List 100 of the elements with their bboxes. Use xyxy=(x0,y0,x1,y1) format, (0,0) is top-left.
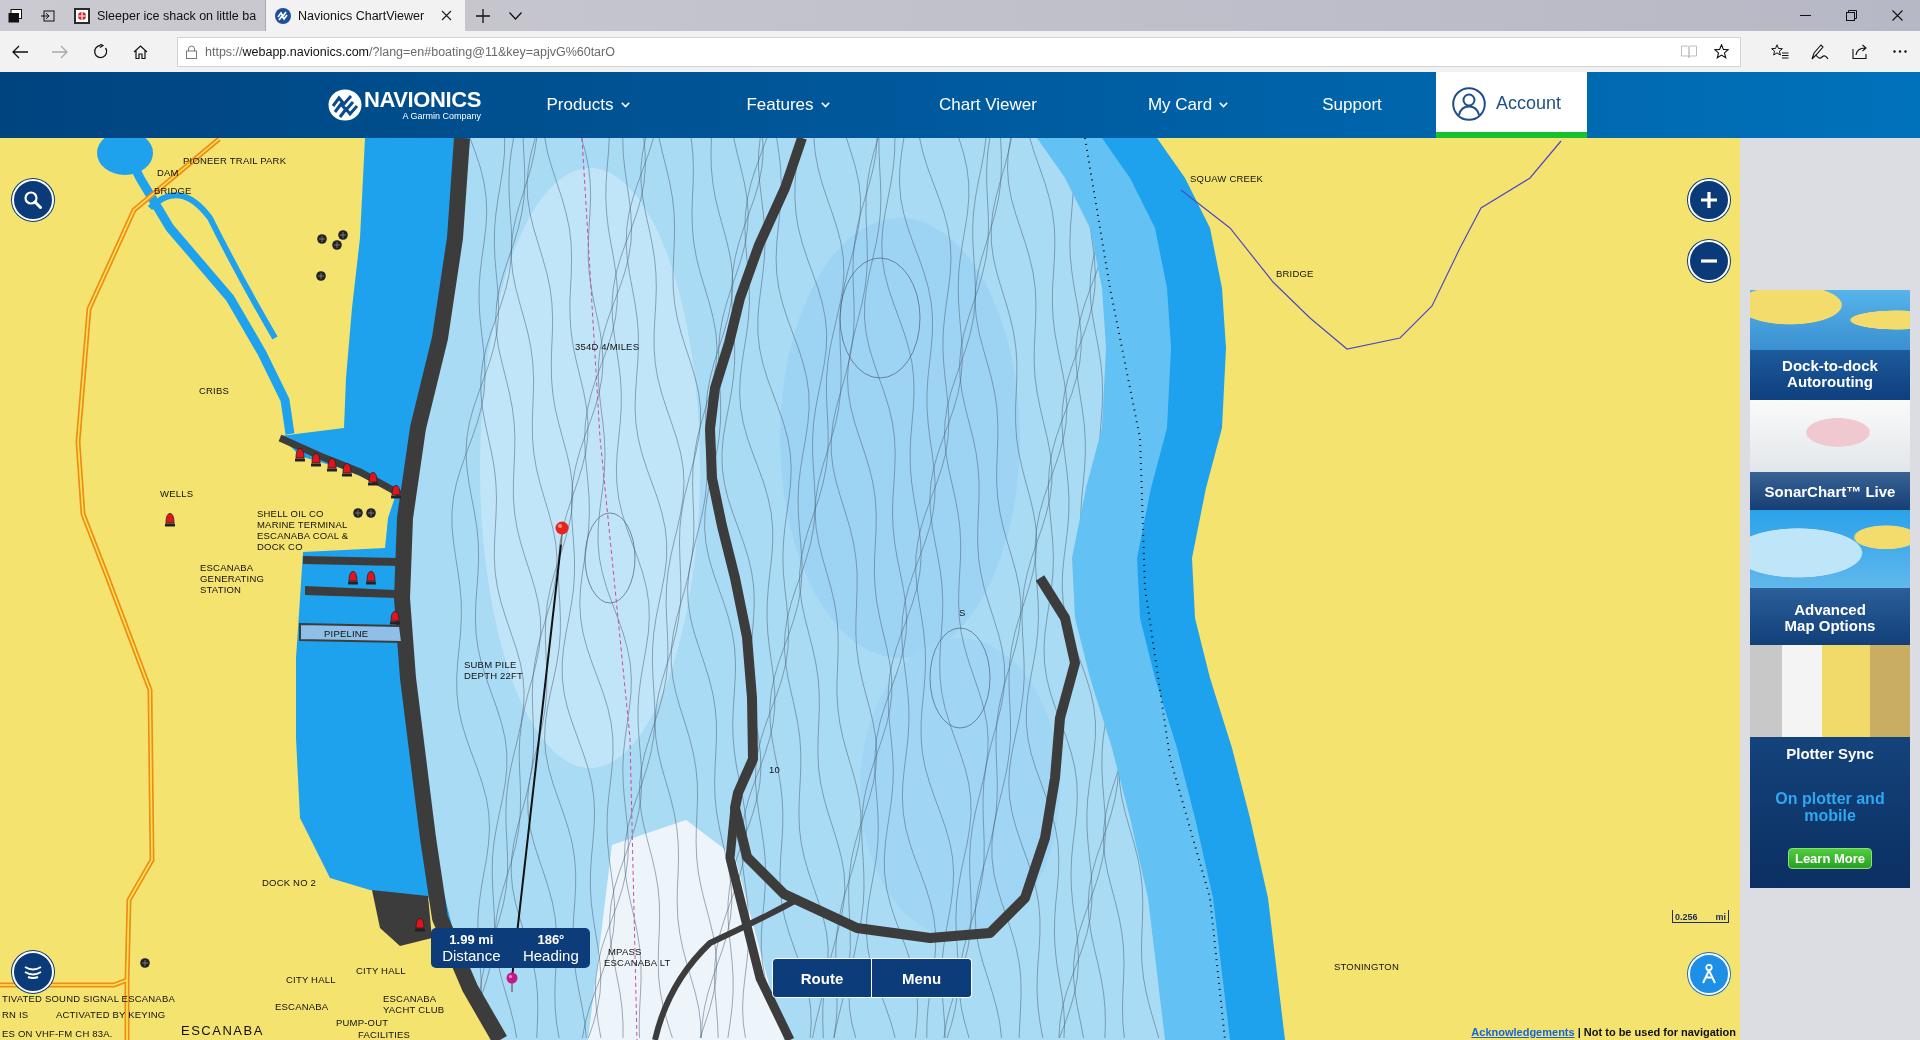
ad-subcaption: On plotter and mobile xyxy=(1774,790,1886,824)
map-pin-icon[interactable] xyxy=(505,972,519,992)
new-tab-icon[interactable] xyxy=(476,8,490,23)
buoy-icon xyxy=(348,571,358,585)
browser-tab[interactable]: Navionics ChartViewer xyxy=(266,0,465,31)
compass-icon xyxy=(1701,964,1717,984)
restore-icon[interactable] xyxy=(1845,10,1857,21)
home-icon[interactable] xyxy=(132,44,148,59)
map-action-button[interactable]: Menu xyxy=(872,958,972,998)
buoy-icon xyxy=(165,513,175,527)
refresh-icon[interactable] xyxy=(92,44,108,59)
account-button[interactable]: Account xyxy=(1436,72,1587,138)
map-label: ACTIVATED BY KEYING xyxy=(56,1009,166,1020)
map-label: BRIDGE xyxy=(154,185,192,196)
ad-panel[interactable]: Dock-to-dock Autorouting xyxy=(1750,290,1910,400)
acknowledgements-link[interactable]: Acknowledgements xyxy=(1471,1026,1575,1038)
user-icon xyxy=(1452,86,1486,121)
tank-icon xyxy=(366,508,376,518)
lock-icon xyxy=(186,44,197,59)
heading-label: Heading xyxy=(522,946,579,965)
search-icon xyxy=(24,191,42,209)
tank-icon xyxy=(316,271,326,281)
share-icon[interactable] xyxy=(1851,44,1869,59)
minimize-icon[interactable] xyxy=(1799,15,1811,16)
more-icon[interactable] xyxy=(1893,50,1907,53)
map-label: PUMP-OUT xyxy=(336,1017,389,1028)
nav-link[interactable]: My Card xyxy=(1147,95,1229,115)
buoy-icon xyxy=(311,453,321,467)
buoy-icon xyxy=(391,485,401,499)
back-icon[interactable] xyxy=(12,44,28,59)
map-label: BRIDGE xyxy=(1276,268,1314,279)
logo-icon xyxy=(328,89,362,121)
address-field[interactable]: https://webapp.navionics.com/?lang=en#boating@11&key=apjvG%60tarO xyxy=(177,36,1741,67)
nav-link[interactable]: Chart Viewer xyxy=(939,95,1037,115)
tank-icon xyxy=(338,230,348,240)
ad-panel[interactable]: SonarChart™ Live xyxy=(1750,400,1910,510)
close-icon[interactable] xyxy=(1891,10,1903,21)
map-label: MPASS xyxy=(608,946,642,957)
ad-caption: Plotter Sync xyxy=(1786,746,1874,762)
map-action-button[interactable]: Route xyxy=(772,958,872,998)
close-tab-icon[interactable] xyxy=(441,10,452,21)
heading-value: 186° xyxy=(537,931,565,947)
dock xyxy=(372,890,432,946)
scale-unit: mi xyxy=(1715,912,1726,922)
scale-value: 0.256 xyxy=(1675,912,1698,922)
map-label: CITY HALL xyxy=(286,974,336,985)
map-pin-icon[interactable] xyxy=(554,521,570,545)
map-label: SQUAW CREEK xyxy=(1190,173,1264,184)
nav-link[interactable]: Features xyxy=(746,95,830,115)
map-label: ESCANABA xyxy=(181,1023,264,1038)
map-label: ESCANABA LT xyxy=(604,957,671,968)
favorite-star-icon[interactable] xyxy=(1714,44,1729,59)
ad-panel[interactable]: Plotter Sync On plotter and mobile Learn More xyxy=(1750,645,1910,888)
map-label: ESCANABA GENERATING STATION xyxy=(200,562,265,595)
ad-caption: Dock-to-dock Autorouting xyxy=(1781,358,1879,390)
buoy-icon xyxy=(295,448,305,462)
buoy-icon xyxy=(342,463,352,477)
plus-icon xyxy=(1700,191,1718,209)
wave-icon xyxy=(23,965,43,979)
map-label: 10 xyxy=(769,764,780,775)
map-label: RN IS xyxy=(2,1009,29,1020)
map-label: WELLS xyxy=(160,488,194,499)
map-label: PIONEER TRAIL PARK xyxy=(183,155,287,166)
map-label: DAM xyxy=(157,167,179,178)
tank-icon xyxy=(317,234,327,244)
map-label: DOCK NO 2 xyxy=(262,877,317,888)
map-label: SHELL OIL CO MARINE TERMINAL ESCANABA COAL & DOCK CO xyxy=(257,508,349,552)
minus-icon xyxy=(1700,259,1718,263)
tank-icon xyxy=(353,508,363,518)
map-label: CRIBS xyxy=(199,385,230,396)
favicon-icon xyxy=(275,7,291,24)
tab-actions-icon[interactable] xyxy=(8,8,22,23)
map-disclaimer: Acknowledgements | Not to be used for navigation xyxy=(1471,1026,1736,1039)
buoy-icon xyxy=(390,611,400,625)
buoy-icon xyxy=(368,472,378,486)
nav-link[interactable]: Support xyxy=(1322,95,1382,115)
pen-icon[interactable] xyxy=(1811,43,1829,60)
chevron-down-icon[interactable] xyxy=(509,11,522,20)
map-label: SUBM PILE DEPTH 22FT xyxy=(464,659,523,681)
buoy-icon xyxy=(327,458,337,472)
map-label: ESCANABA YACHT CLUB xyxy=(383,993,445,1015)
brand-tagline: A Garmin Company xyxy=(402,111,481,121)
ad-caption: Advanced Map Options xyxy=(1783,602,1877,634)
ad-caption: SonarChart™ Live xyxy=(1764,484,1896,500)
distance-value: 1.99 mi xyxy=(449,931,494,947)
favicon-icon xyxy=(74,7,90,24)
set-aside-tabs-icon[interactable] xyxy=(41,9,55,22)
nav-link[interactable]: Products xyxy=(546,95,630,115)
favorites-icon[interactable] xyxy=(1771,44,1789,59)
map-label: ESCANABA xyxy=(275,1001,329,1012)
map-label: ES ON VHF-FM CH 83A. xyxy=(2,1028,113,1039)
tank-icon xyxy=(332,240,342,250)
ad-panel[interactable]: Advanced Map Options xyxy=(1750,510,1910,645)
tank-icon xyxy=(140,958,150,968)
map-label: CITY HALL xyxy=(356,965,406,976)
brand-name[interactable]: NAVIONICS xyxy=(364,89,481,111)
distance-label: Distance xyxy=(442,946,501,965)
buoy-icon xyxy=(366,571,376,585)
map-label: 354D 4/MILES xyxy=(575,341,640,352)
map-label: S xyxy=(959,607,966,618)
